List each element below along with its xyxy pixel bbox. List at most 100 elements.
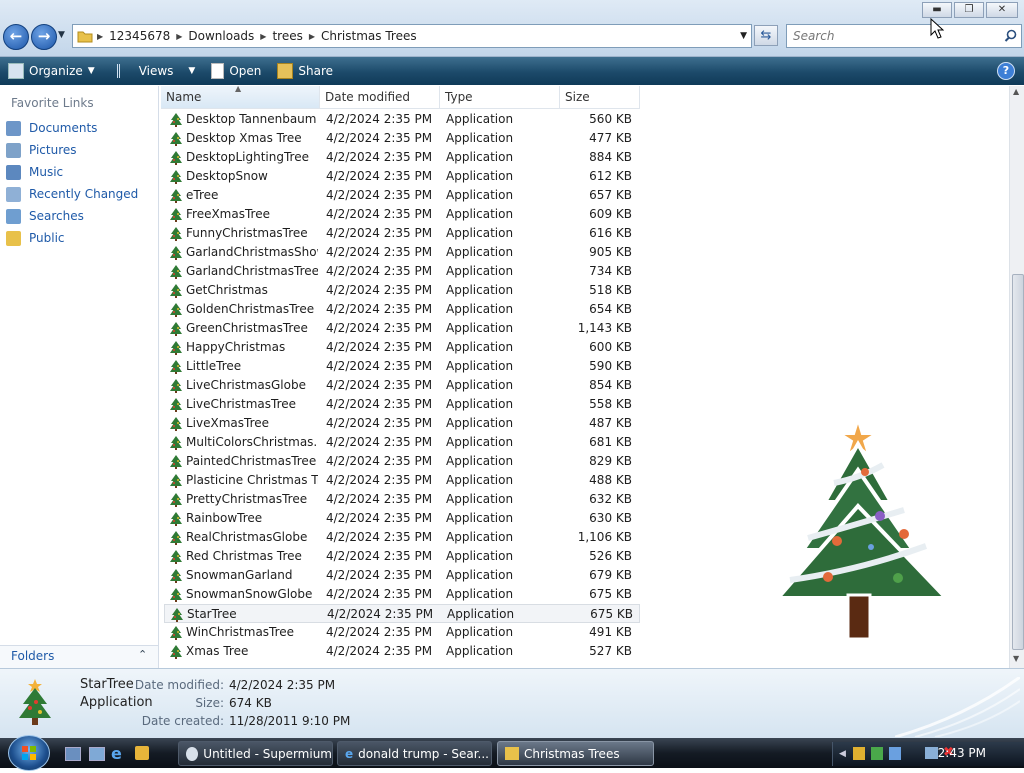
table-row[interactable]: LittleTree 4/2/2024 2:35 PM Application 590… bbox=[164, 357, 640, 376]
decorative-swoosh-graphic bbox=[895, 677, 1020, 737]
star-tree-app-icon bbox=[19, 679, 51, 725]
share-icon bbox=[277, 63, 294, 79]
network-status-icon[interactable] bbox=[871, 747, 883, 760]
show-desktop-icon[interactable] bbox=[65, 747, 81, 761]
address-bar[interactable]: ▶ 12345678 ▶ Downloads ▶ trees ▶ Christm… bbox=[72, 24, 752, 48]
scroll-down-icon[interactable]: ▼ bbox=[1013, 654, 1019, 663]
column-header-date-modified[interactable]: Date modified bbox=[320, 86, 440, 108]
file-name: GarlandChristmasTree bbox=[186, 264, 318, 278]
task-search[interactable]: e donald trump - Sear... bbox=[337, 741, 492, 766]
search-input[interactable]: Search bbox=[786, 24, 1022, 48]
table-row[interactable]: LiveChristmasTree 4/2/2024 2:35 PM Applica… bbox=[164, 395, 640, 414]
breadcrumb-trees[interactable]: trees bbox=[266, 29, 308, 43]
table-row[interactable]: FreeXmasTree 4/2/2024 2:35 PM Application 6… bbox=[164, 205, 640, 224]
table-row[interactable]: SnowmanSnowGlobe 4/2/2024 2:35 PM Applicat… bbox=[164, 585, 640, 604]
table-row[interactable]: HappyChristmas 4/2/2024 2:35 PM Applicatio… bbox=[164, 338, 640, 357]
file-type: Application bbox=[446, 264, 514, 278]
start-button[interactable] bbox=[8, 735, 50, 771]
column-header-name[interactable]: Name ▲ bbox=[161, 84, 320, 108]
file-date: 4/2/2024 2:35 PM bbox=[326, 625, 433, 639]
file-size: 590 KB bbox=[589, 359, 632, 373]
scrollbar-thumb[interactable] bbox=[1012, 274, 1024, 650]
table-row[interactable]: RealChristmasGlobe 4/2/2024 2:35 PM Applic… bbox=[164, 528, 640, 547]
forward-button[interactable]: → bbox=[31, 24, 57, 50]
pictures-icon bbox=[6, 142, 21, 158]
file-name: DesktopSnow bbox=[186, 169, 268, 183]
vertical-scrollbar[interactable]: ▲ ▼ bbox=[1009, 86, 1024, 668]
sidebar-item-documents[interactable]: Documents bbox=[6, 118, 97, 138]
table-row[interactable]: WinChristmasTree 4/2/2024 2:35 PM Applicat… bbox=[164, 623, 640, 642]
file-date: 4/2/2024 2:35 PM bbox=[326, 245, 433, 259]
sidebar-item-pictures[interactable]: Pictures bbox=[6, 140, 77, 160]
internet-explorer-icon[interactable]: e bbox=[111, 744, 122, 763]
table-row[interactable]: GetChristmas 4/2/2024 2:35 PM Application 5… bbox=[164, 281, 640, 300]
table-row[interactable]: GarlandChristmasShow 4/2/2024 2:35 PM Appl… bbox=[164, 243, 640, 262]
media-player-icon[interactable] bbox=[135, 746, 149, 760]
table-row[interactable]: Desktop Xmas Tree 4/2/2024 2:35 PM Applica… bbox=[164, 129, 640, 148]
tray-app-icon[interactable] bbox=[889, 747, 901, 760]
close-button[interactable]: ✕ bbox=[986, 2, 1018, 18]
search-icon[interactable] bbox=[1004, 29, 1017, 42]
tray-expand-icon[interactable]: ◀ bbox=[839, 749, 846, 759]
details-created-label: Date created: bbox=[141, 714, 224, 728]
column-header-size[interactable]: Size bbox=[560, 86, 640, 108]
tree-app-icon bbox=[170, 379, 182, 393]
task-christmas-trees[interactable]: Christmas Trees bbox=[497, 741, 654, 766]
breadcrumb-downloads[interactable]: Downloads bbox=[182, 29, 260, 43]
table-row[interactable]: RainbowTree 4/2/2024 2:35 PM Application 63… bbox=[164, 509, 640, 528]
task-supermium[interactable]: Untitled - Supermium bbox=[178, 741, 333, 766]
table-row[interactable]: StarTree 4/2/2024 2:35 PM Application 675 K… bbox=[164, 604, 640, 623]
table-row[interactable]: DesktopSnow 4/2/2024 2:35 PM Application 61… bbox=[164, 167, 640, 186]
table-row[interactable]: Red Christmas Tree 4/2/2024 2:35 PM Applic… bbox=[164, 547, 640, 566]
help-button[interactable]: ? bbox=[997, 62, 1015, 80]
folders-toggle[interactable]: Folders ⌃ bbox=[0, 645, 158, 668]
table-row[interactable]: Desktop Tannenbaum 4/2/2024 2:35 PM Applic… bbox=[164, 110, 640, 129]
taskbar: e Untitled - Supermium e donald trump - … bbox=[0, 735, 1024, 771]
clock[interactable]: 2:43 PM bbox=[938, 746, 986, 760]
share-button[interactable]: Share bbox=[269, 59, 341, 83]
restore-button[interactable]: ❐ bbox=[954, 2, 984, 18]
network-icon[interactable] bbox=[925, 747, 938, 759]
table-row[interactable]: GarlandChristmasTree 4/2/2024 2:35 PM Appl… bbox=[164, 262, 640, 281]
table-row[interactable]: GoldenChristmasTree 4/2/2024 2:35 PM Appli… bbox=[164, 300, 640, 319]
sidebar-item-searches[interactable]: Searches bbox=[6, 206, 84, 226]
table-row[interactable]: PrettyChristmasTree 4/2/2024 2:35 PM Appli… bbox=[164, 490, 640, 509]
tree-app-icon bbox=[170, 512, 182, 526]
table-row[interactable]: SnowmanGarland 4/2/2024 2:35 PM Applicatio… bbox=[164, 566, 640, 585]
file-date: 4/2/2024 2:35 PM bbox=[326, 150, 433, 164]
details-size-label: Size: bbox=[195, 696, 224, 710]
organize-button[interactable]: Organize ▼ bbox=[0, 59, 103, 83]
switch-windows-icon[interactable] bbox=[89, 747, 105, 761]
table-row[interactable]: DesktopLightingTree 4/2/2024 2:35 PM Appli… bbox=[164, 148, 640, 167]
file-size: 905 KB bbox=[589, 245, 632, 259]
table-row[interactable]: LiveChristmasGlobe 4/2/2024 2:35 PM Applic… bbox=[164, 376, 640, 395]
sidebar-item-recently-changed[interactable]: Recently Changed bbox=[6, 184, 138, 204]
tree-app-icon bbox=[170, 227, 182, 241]
breadcrumb-christmas-trees[interactable]: Christmas Trees bbox=[315, 29, 423, 43]
file-type: Application bbox=[446, 226, 514, 240]
history-dropdown-icon[interactable]: ▼ bbox=[58, 30, 65, 40]
sidebar-item-public[interactable]: Public bbox=[6, 228, 65, 248]
table-row[interactable]: GreenChristmasTree 4/2/2024 2:35 PM Applic… bbox=[164, 319, 640, 338]
table-row[interactable]: Xmas Tree 4/2/2024 2:35 PM Application 527 … bbox=[164, 642, 640, 661]
tree-app-icon bbox=[170, 493, 182, 507]
table-row[interactable]: FunnyChristmasTree 4/2/2024 2:35 PM Applic… bbox=[164, 224, 640, 243]
file-type: Application bbox=[446, 454, 514, 468]
security-shield-icon[interactable] bbox=[853, 747, 865, 760]
column-header-type[interactable]: Type bbox=[440, 86, 560, 108]
refresh-button[interactable]: ⇆ bbox=[754, 25, 778, 46]
back-button[interactable]: ← bbox=[3, 24, 29, 50]
tree-app-icon bbox=[170, 398, 182, 412]
file-size: 884 KB bbox=[589, 150, 632, 164]
sidebar-item-music[interactable]: Music bbox=[6, 162, 63, 182]
scroll-up-icon[interactable]: ▲ bbox=[1013, 87, 1019, 96]
table-row[interactable]: PaintedChristmasTree 4/2/2024 2:35 PM Appl… bbox=[164, 452, 640, 471]
table-row[interactable]: MultiColorsChristmas... 4/2/2024 2:35 PM A… bbox=[164, 433, 640, 452]
table-row[interactable]: LiveXmasTree 4/2/2024 2:35 PM Application 4… bbox=[164, 414, 640, 433]
views-button[interactable]: Views ▼ bbox=[109, 59, 204, 83]
table-row[interactable]: eTree 4/2/2024 2:35 PM Application 657 KB bbox=[164, 186, 640, 205]
minimize-button[interactable]: ▬ bbox=[922, 2, 952, 18]
address-dropdown-icon[interactable]: ▼ bbox=[740, 31, 747, 41]
table-row[interactable]: Plasticine Christmas Tr... 4/2/2024 2:35 … bbox=[164, 471, 640, 490]
breadcrumb-user[interactable]: 12345678 bbox=[103, 29, 176, 43]
